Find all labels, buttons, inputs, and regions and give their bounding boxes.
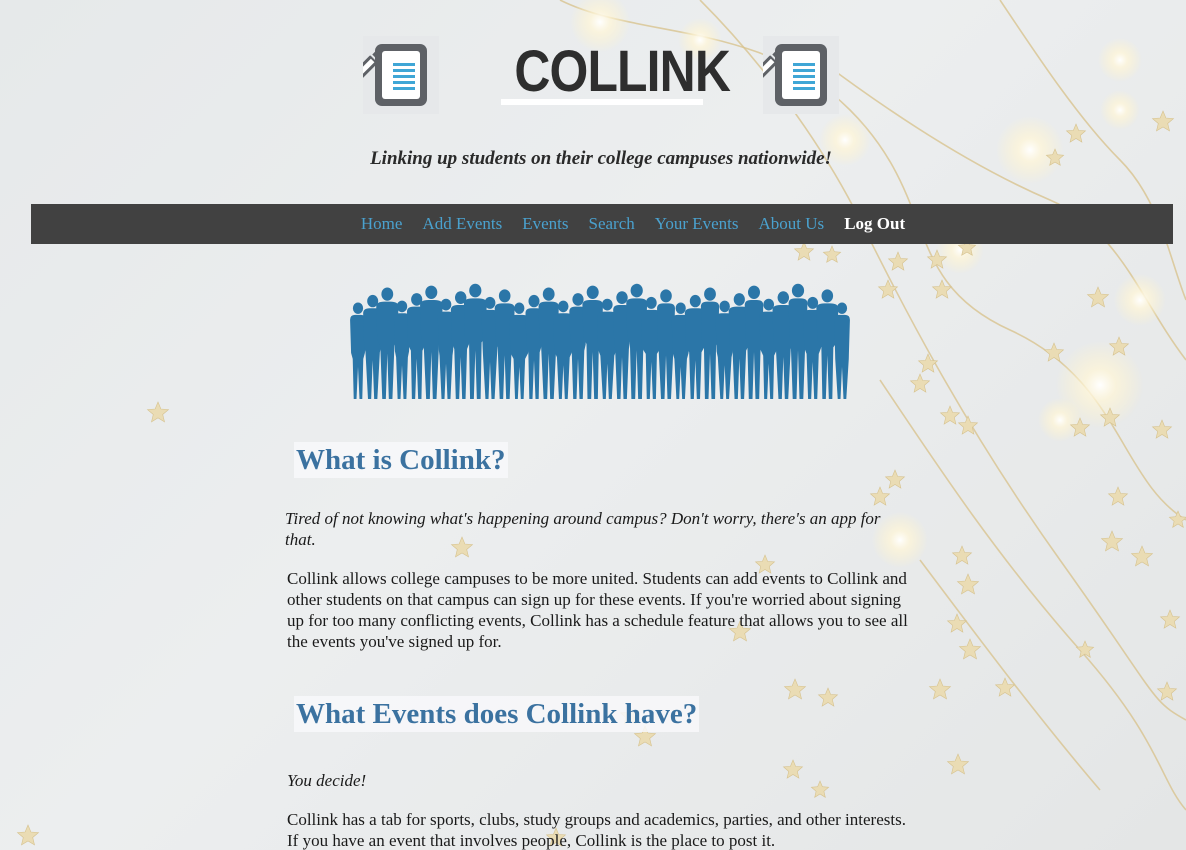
gold-star (1130, 545, 1154, 567)
section-heading: What Events does Collink have? (294, 696, 700, 732)
section-what-events: What Events does Collink have? You decid… (287, 684, 917, 850)
fairy-light-glow (1100, 90, 1140, 130)
gold-star (939, 405, 961, 425)
nav-events[interactable]: Events (522, 214, 568, 234)
document-pencil-icon (348, 36, 439, 114)
gold-star (1043, 342, 1065, 362)
section-body: Collink has a tab for sports, clubs, stu… (287, 810, 906, 850)
gold-star (1151, 110, 1175, 132)
section-what-is: What is Collink? Tired of not knowing wh… (285, 430, 917, 652)
gold-star (887, 251, 909, 271)
gold-star (1151, 419, 1173, 439)
section-body: Collink allows college campuses to be mo… (287, 569, 908, 651)
nav-add-events[interactable]: Add Events (422, 214, 502, 234)
gold-star (928, 678, 952, 700)
person-silhouette (834, 302, 850, 399)
gold-star (956, 573, 980, 595)
gold-star (16, 824, 40, 846)
gold-star (1100, 530, 1124, 552)
gold-star (877, 279, 899, 299)
gold-star (951, 545, 973, 565)
fairy-light-wire (919, 559, 1101, 791)
document-pencil-icon (748, 36, 839, 114)
crowd-silhouette-banner (350, 283, 850, 399)
gold-star (1086, 286, 1110, 308)
document-pencil-icon-graphic (748, 44, 827, 106)
tagline: Linking up students on their college cam… (370, 148, 832, 169)
gold-star (917, 353, 939, 373)
gold-star (909, 373, 931, 393)
gold-star (1159, 609, 1181, 629)
nav-your-events[interactable]: Your Events (655, 214, 739, 234)
site-title: COLLINK (514, 39, 731, 104)
section-lead: Tired of not knowing what's happening ar… (285, 509, 881, 549)
fairy-light-wire (879, 379, 1186, 811)
fairy-light-glow (1114, 274, 1166, 326)
gold-star (1107, 486, 1129, 506)
gold-star (822, 245, 842, 263)
gold-star (1168, 510, 1186, 528)
nav-search[interactable]: Search (589, 214, 635, 234)
gold-star (1065, 123, 1087, 143)
gold-star (793, 241, 815, 261)
person-silhouette (657, 289, 675, 399)
gold-star (946, 753, 970, 775)
section-heading: What is Collink? (294, 442, 508, 478)
nav-about-us[interactable]: About Us (759, 214, 825, 234)
gold-star (958, 638, 982, 660)
fairy-light-glow (1098, 38, 1142, 82)
main-content: What is Collink? Tired of not knowing wh… (285, 430, 917, 850)
gold-star (1156, 681, 1178, 701)
main-nav: Home Add Events Events Search Your Event… (31, 204, 1173, 244)
nav-log-out[interactable]: Log Out (844, 214, 905, 234)
nav-home[interactable]: Home (361, 214, 403, 234)
document-pencil-icon-graphic (348, 44, 427, 106)
section-lead: You decide! (287, 771, 367, 790)
gold-star (146, 401, 170, 423)
